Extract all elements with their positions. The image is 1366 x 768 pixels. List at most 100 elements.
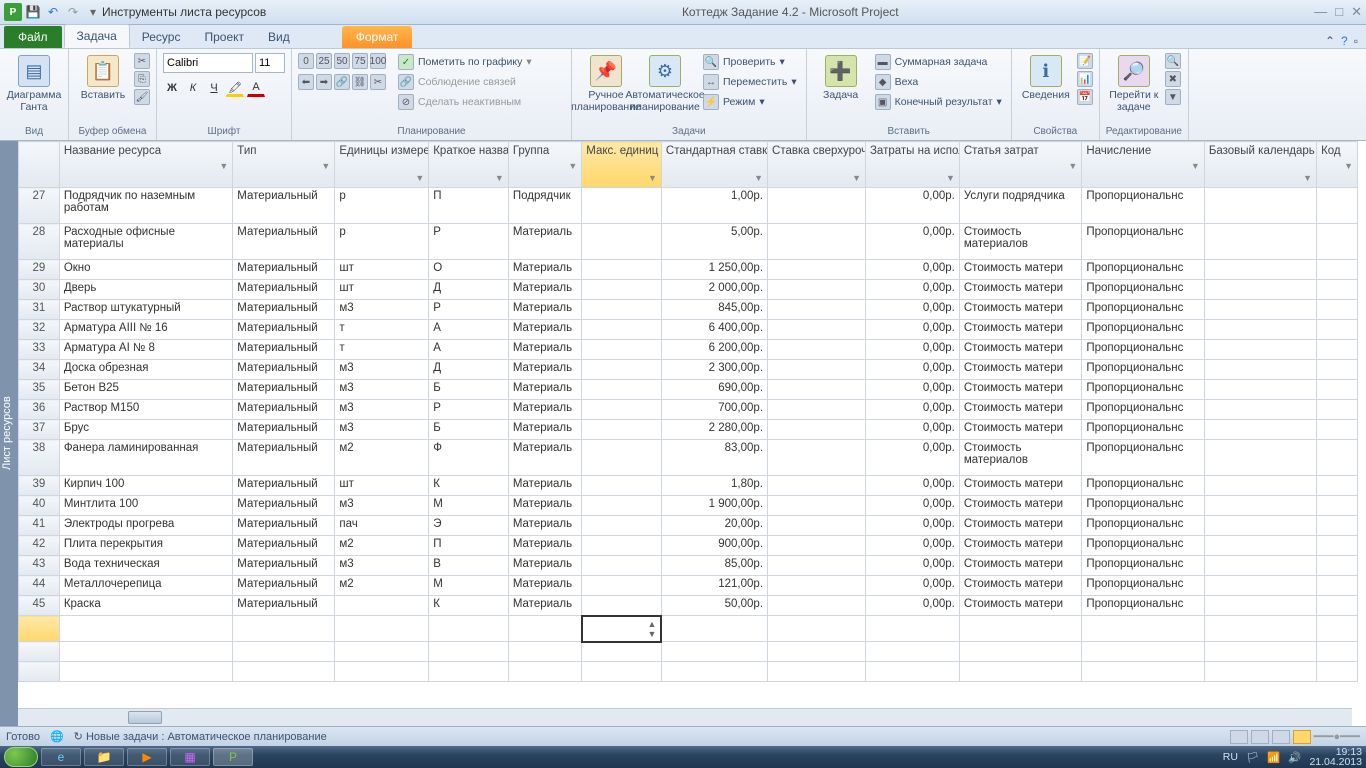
cell-ovt[interactable] — [768, 280, 866, 300]
cell-cost[interactable]: Стоимость матери — [959, 536, 1081, 556]
cell-max[interactable] — [582, 516, 662, 536]
cell-type[interactable]: Материальный — [233, 300, 335, 320]
cell-cost[interactable]: Стоимость матери — [959, 380, 1081, 400]
cell-rate[interactable]: 83,00р. — [661, 440, 767, 476]
cell-accr[interactable]: Пропорциональнс — [1082, 536, 1204, 556]
fill-icon[interactable]: ▼ — [1165, 89, 1181, 105]
row-number[interactable]: 44 — [19, 576, 60, 596]
cell-cal[interactable] — [1204, 420, 1316, 440]
cell-type[interactable]: Материальный — [233, 536, 335, 556]
cell-unit[interactable]: м3 — [335, 556, 429, 576]
cell-unit[interactable]: шт — [335, 260, 429, 280]
cell-code[interactable] — [1317, 380, 1358, 400]
view-team-icon[interactable] — [1272, 730, 1290, 744]
cell-group[interactable]: Подрядчик — [508, 188, 581, 224]
cell-peruse[interactable]: 0,00р. — [865, 440, 959, 476]
cell-cal[interactable] — [1204, 440, 1316, 476]
notes-icon[interactable]: 📝 — [1077, 53, 1093, 69]
table-row[interactable]: 34Доска обрезнаяМатериальныйм3ДМатериаль… — [19, 360, 1358, 380]
tray-lang[interactable]: RU — [1223, 751, 1238, 763]
cell-max[interactable] — [582, 556, 662, 576]
cell-short[interactable]: П — [429, 188, 509, 224]
table-row[interactable]: 44МеталлочерепицаМатериальныйм2ММатериал… — [19, 576, 1358, 596]
row-number[interactable]: 38 — [19, 440, 60, 476]
cell-accr[interactable]: Пропорциональнс — [1082, 340, 1204, 360]
row-number[interactable]: 30 — [19, 280, 60, 300]
cell-rate[interactable] — [661, 616, 767, 642]
cell-max[interactable] — [582, 280, 662, 300]
cell-unit[interactable]: м3 — [335, 400, 429, 420]
cell-accr[interactable]: Пропорциональнс — [1082, 188, 1204, 224]
cell-max[interactable] — [582, 380, 662, 400]
cell-code[interactable] — [1317, 400, 1358, 420]
cell-type[interactable] — [233, 616, 335, 642]
cell-rate[interactable]: 20,00р. — [661, 516, 767, 536]
cell-short[interactable]: М — [429, 496, 509, 516]
cell-cal[interactable] — [1204, 224, 1316, 260]
cell-rate[interactable]: 845,00р. — [661, 300, 767, 320]
cell-short[interactable]: Р — [429, 224, 509, 260]
col-cal[interactable]: Базовый календарь▼ — [1204, 142, 1316, 188]
cell-cost[interactable]: Стоимость материалов — [959, 440, 1081, 476]
col-ovt[interactable]: Ставка сверхурочных▼ — [768, 142, 866, 188]
italic-button[interactable]: К — [184, 79, 202, 97]
cell-peruse[interactable]: 0,00р. — [865, 300, 959, 320]
row-number[interactable]: 36 — [19, 400, 60, 420]
cell-type[interactable]: Материальный — [233, 596, 335, 616]
mode-button[interactable]: ⚡Режим▾ — [700, 93, 800, 111]
cell-max[interactable]: ▲▼ — [582, 616, 662, 642]
cell-code[interactable] — [1317, 260, 1358, 280]
cell-rate[interactable]: 1,00р. — [661, 188, 767, 224]
cell-cal[interactable] — [1204, 280, 1316, 300]
cell-unit[interactable] — [335, 596, 429, 616]
cell-peruse[interactable]: 0,00р. — [865, 360, 959, 380]
cell-cal[interactable] — [1204, 476, 1316, 496]
cell-short[interactable]: Д — [429, 280, 509, 300]
cut-icon[interactable]: ✂ — [134, 53, 150, 69]
row-number[interactable]: 31 — [19, 300, 60, 320]
cell-cost[interactable] — [959, 616, 1081, 642]
cell-name[interactable]: Расходные офисные материалы — [59, 224, 232, 260]
cell-code[interactable] — [1317, 616, 1358, 642]
find-icon[interactable]: 🔍 — [1165, 53, 1181, 69]
cell-name[interactable]: Металлочерепица — [59, 576, 232, 596]
close-icon[interactable]: ✕ — [1351, 4, 1362, 20]
cell-code[interactable] — [1317, 300, 1358, 320]
cell-unit[interactable]: т — [335, 320, 429, 340]
cell-unit[interactable] — [335, 616, 429, 642]
taskbar-app1[interactable]: ▦ — [170, 748, 210, 766]
cell-rate[interactable]: 1 250,00р. — [661, 260, 767, 280]
tab-view[interactable]: Вид — [256, 26, 302, 48]
tray-volume-icon[interactable]: 🔊 — [1288, 751, 1301, 764]
cell-code[interactable] — [1317, 556, 1358, 576]
cell-ovt[interactable] — [768, 516, 866, 536]
cell-ovt[interactable] — [768, 476, 866, 496]
cell-name[interactable] — [59, 616, 232, 642]
cell-max[interactable] — [582, 496, 662, 516]
font-color-button[interactable]: A — [247, 79, 265, 97]
cell-type[interactable]: Материальный — [233, 260, 335, 280]
row-number[interactable]: 42 — [19, 536, 60, 556]
cell-peruse[interactable]: 0,00р. — [865, 556, 959, 576]
col-group[interactable]: Группа▼ — [508, 142, 581, 188]
cell-short[interactable]: Б — [429, 380, 509, 400]
cell-accr[interactable]: Пропорциональнс — [1082, 320, 1204, 340]
cell-unit[interactable]: м3 — [335, 300, 429, 320]
col-name[interactable]: Название ресурса▼ — [59, 142, 232, 188]
cell-peruse[interactable]: 0,00р. — [865, 188, 959, 224]
cell-accr[interactable]: Пропорциональнс — [1082, 516, 1204, 536]
cell-peruse[interactable]: 0,00р. — [865, 420, 959, 440]
cell-cost[interactable]: Стоимость матери — [959, 496, 1081, 516]
inactivate-button[interactable]: ⊘Сделать неактивным — [395, 93, 535, 111]
cell-unit[interactable]: шт — [335, 476, 429, 496]
minimize-ribbon-icon[interactable]: ⌃ — [1325, 34, 1335, 48]
cell-peruse[interactable]: 0,00р. — [865, 320, 959, 340]
cell-cost[interactable]: Стоимость матери — [959, 260, 1081, 280]
cell-unit[interactable]: м3 — [335, 380, 429, 400]
cell-short[interactable]: О — [429, 260, 509, 280]
tab-resource[interactable]: Ресурс — [130, 26, 193, 48]
cell-ovt[interactable] — [768, 260, 866, 280]
cell-max[interactable] — [582, 224, 662, 260]
row-number[interactable]: 29 — [19, 260, 60, 280]
cell-group[interactable]: Материаль — [508, 340, 581, 360]
